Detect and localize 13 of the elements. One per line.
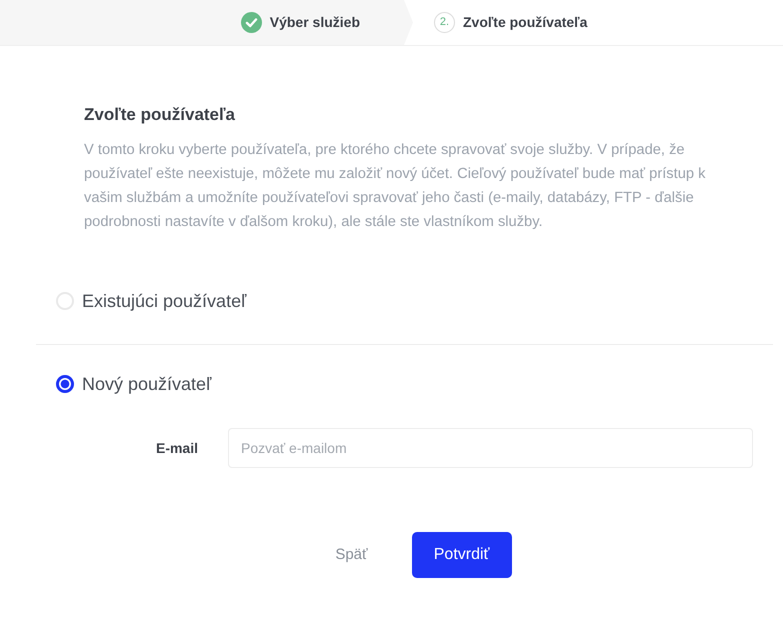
radio-label[interactable]: Existujúci používateľ: [82, 289, 246, 313]
check-circle-icon: [240, 12, 262, 33]
email-input[interactable]: Pozvať e-mailom: [228, 428, 753, 468]
step-label: Zvoľte používateľa: [463, 13, 588, 32]
step-tab[interactable]: Výber služieb: [0, 0, 413, 45]
confirm-button[interactable]: Potvrdiť: [412, 532, 512, 578]
description-text: V tomto kroku vyberte používateľa, pre ktorého chcete spravovať svoje služby. V prípade, že používateľ ešte neexistuje, môžete mu založiť nový účet. Cieľový používateľ bude mať prístup k vašim službám a umožníte používateľovi spravovať jeho časti (e-maily, databázy, FTP - ďalšie podrobnosti nastavíte v ďalšom kroku), ale stále ste vlastníkom služby.: [84, 141, 706, 232]
step-number: 2.: [434, 12, 455, 33]
field-label: E-mail: [154, 438, 198, 458]
page-heading: Zvoľte používateľa: [84, 104, 236, 126]
step-label: Výber služieb: [270, 13, 360, 32]
radio-button[interactable]: [56, 375, 74, 393]
radio-label[interactable]: Nový používateľ: [82, 372, 212, 396]
